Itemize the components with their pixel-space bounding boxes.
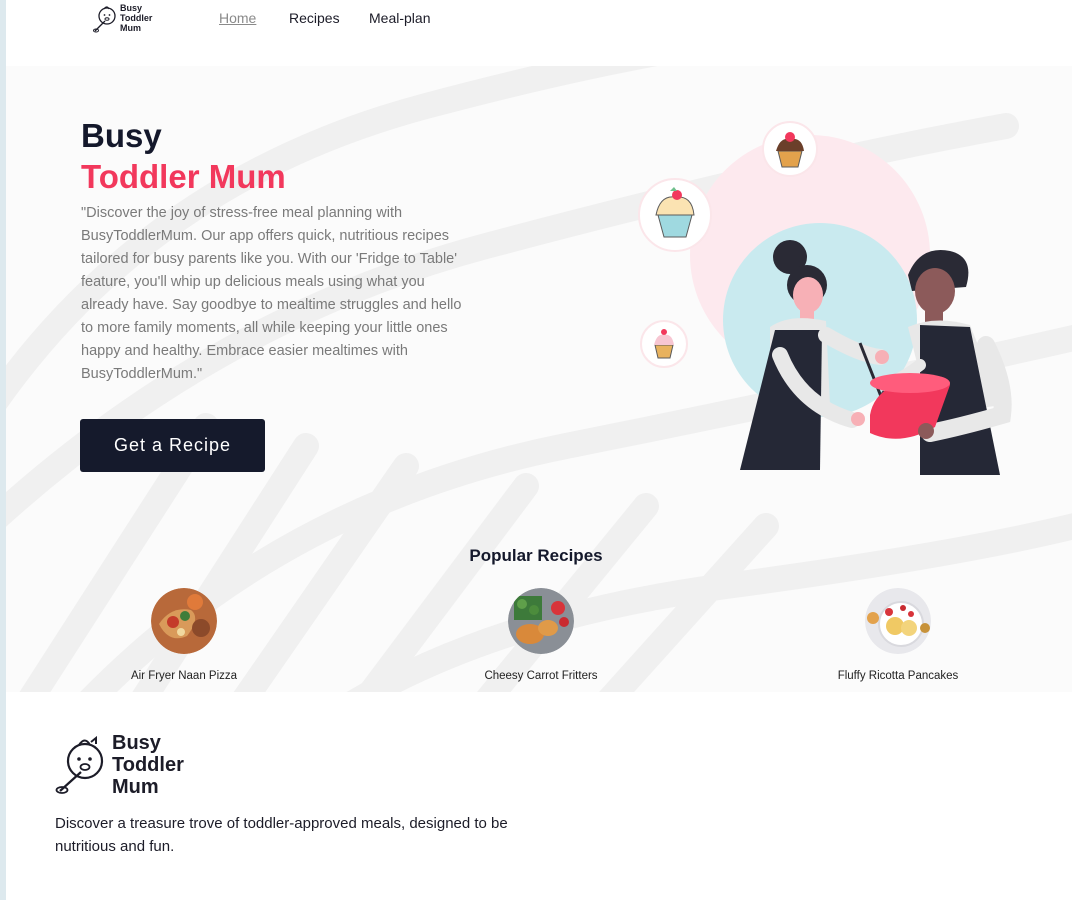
recipe-card-air-fryer-naan-pizza[interactable]: Air Fryer Naan Pizza (84, 588, 284, 682)
header-logo[interactable]: Busy Toddler Mum (93, 3, 163, 35)
footer-logo-text: Busy Toddler Mum (112, 732, 184, 798)
footer-tagline: Discover a treasure trove of toddler-app… (55, 815, 508, 855)
hero-title-line-2: Toddler Mum (81, 158, 286, 195)
hero-description: "Discover the joy of stress-free meal pl… (81, 205, 462, 382)
recipe-name[interactable]: Cheesy Carrot Fritters (441, 670, 641, 682)
recipe-name[interactable]: Air Fryer Naan Pizza (84, 670, 284, 682)
recipe-thumbnail[interactable] (151, 588, 217, 654)
nav-link-home[interactable]: Home (219, 10, 256, 26)
recipe-thumbnail[interactable] (508, 588, 574, 654)
hero-title-line-1: Busy (81, 117, 162, 154)
cupcake-icon-small (640, 320, 688, 368)
header-logo-text: Busy Toddler Mum (120, 3, 153, 33)
popular-recipes-heading: Popular Recipes (469, 546, 603, 565)
baby-logo-icon (55, 736, 104, 794)
recipe-card-cheesy-carrot-fritters[interactable]: Cheesy Carrot Fritters (441, 588, 641, 682)
get-a-recipe-button[interactable]: Get a Recipe (80, 419, 265, 472)
top-navigation: Busy Toddler Mum Home Recipes Meal-plan (0, 0, 1072, 40)
cupcake-icon-large (638, 178, 712, 252)
baby-logo-icon (93, 6, 116, 33)
cooking-illustration (638, 121, 1012, 475)
cupcake-icon-top (762, 121, 818, 177)
nav-link-meal-plan[interactable]: Meal-plan (369, 10, 430, 26)
recipe-name[interactable]: Fluffy Ricotta Pancakes (798, 670, 998, 682)
recipe-thumbnail[interactable] (865, 588, 931, 654)
nav-link-recipes[interactable]: Recipes (289, 10, 340, 26)
recipe-card-fluffy-ricotta-pancakes[interactable]: Fluffy Ricotta Pancakes (798, 588, 998, 682)
footer-logo: Busy Toddler Mum (55, 732, 215, 802)
